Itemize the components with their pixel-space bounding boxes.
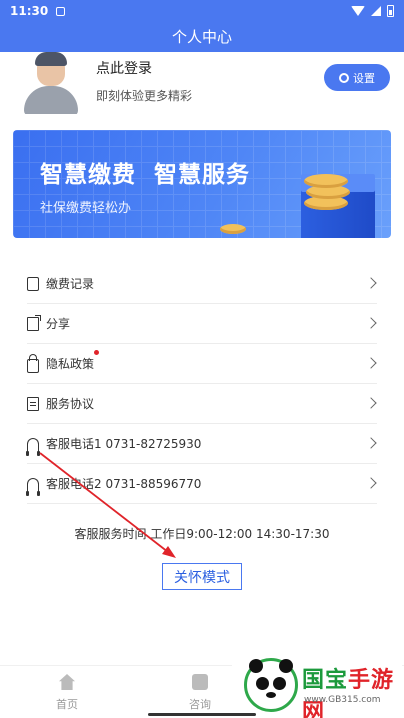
- gesture-nav-handle: [148, 713, 256, 716]
- status-time: 11:30: [10, 4, 49, 18]
- gear-icon: [339, 72, 349, 83]
- signal-icon: [371, 6, 381, 16]
- menu-item-hotline-2[interactable]: 客服电话2 0731-88596770: [26, 464, 377, 504]
- watermark-url: www.GB315.com: [304, 695, 381, 705]
- panda-logo-icon: [244, 658, 298, 712]
- notification-icon: [56, 6, 66, 16]
- login-link[interactable]: 点此登录: [96, 58, 152, 78]
- record-icon: [27, 276, 39, 291]
- wifi-icon: [351, 6, 365, 16]
- chevron-right-icon: [365, 397, 377, 409]
- menu-item-service-agreement[interactable]: 服务协议: [27, 384, 377, 424]
- coin-graphic: [220, 224, 246, 234]
- chevron-right-icon: [365, 317, 377, 329]
- home-icon: [59, 674, 75, 690]
- headset-icon: [26, 437, 40, 456]
- share-icon: [27, 314, 41, 331]
- menu-item-label: 隐私政策: [46, 357, 95, 371]
- tab-consult[interactable]: 咨询: [170, 674, 230, 712]
- menu-item-share[interactable]: 分享: [27, 304, 377, 344]
- settings-button[interactable]: 设置: [324, 64, 390, 91]
- menu-item-label: 客服电话1 0731-82725930: [46, 437, 202, 451]
- menu-item-label: 服务协议: [46, 397, 95, 411]
- tab-home[interactable]: 首页: [37, 674, 97, 712]
- chevron-right-icon: [365, 477, 377, 489]
- menu-item-label: 客服电话2 0731-88596770: [46, 477, 202, 491]
- status-bar: 11:30: [0, 0, 404, 22]
- menu-item-label: 缴费记录: [46, 277, 95, 291]
- chevron-right-icon: [365, 357, 377, 369]
- care-mode-button[interactable]: 关怀模式: [162, 563, 242, 590]
- banner-subtitle: 社保缴费轻松办: [40, 201, 132, 216]
- menu-item-payment-records[interactable]: 缴费记录: [27, 264, 377, 304]
- menu-item-privacy-policy[interactable]: 隐私政策: [27, 344, 377, 384]
- chat-icon: [192, 674, 208, 690]
- avatar[interactable]: [22, 52, 80, 114]
- menu-item-label: 分享: [46, 317, 71, 331]
- settings-label: 设置: [353, 71, 375, 85]
- profile-header: 点此登录 即刻体验更多精彩 设置: [0, 52, 404, 128]
- headset-icon: [26, 477, 40, 496]
- menu-item-hotline-1[interactable]: 客服电话1 0731-82725930: [26, 424, 377, 464]
- watermark-brand-a: 国宝: [302, 668, 349, 693]
- banner-title: 智慧缴费 智慧服务: [40, 162, 251, 188]
- service-hours-text: 客服服务时间 工作日9:00-12:00 14:30-17:30: [74, 527, 330, 541]
- unread-dot: [94, 350, 99, 355]
- document-icon: [27, 396, 39, 411]
- settings-menu: 缴费记录 分享 隐私政策 服务协议 客服电话1 0731-82725930 客服…: [26, 264, 377, 504]
- chevron-right-icon: [365, 437, 377, 449]
- page-title: 个人中心: [0, 22, 404, 52]
- tab-label: 咨询: [189, 698, 211, 711]
- lock-icon: [27, 353, 39, 373]
- battery-icon: [387, 5, 394, 17]
- chevron-right-icon: [365, 277, 377, 289]
- status-icons: [351, 5, 394, 17]
- login-subtitle: 即刻体验更多精彩: [96, 89, 193, 103]
- watermark-brand: 国宝手游网: [302, 662, 402, 718]
- tab-label: 首页: [56, 698, 78, 711]
- coin-graphic: [304, 174, 348, 188]
- watermark-logo: 国宝手游网 www.GB315.com: [232, 650, 402, 718]
